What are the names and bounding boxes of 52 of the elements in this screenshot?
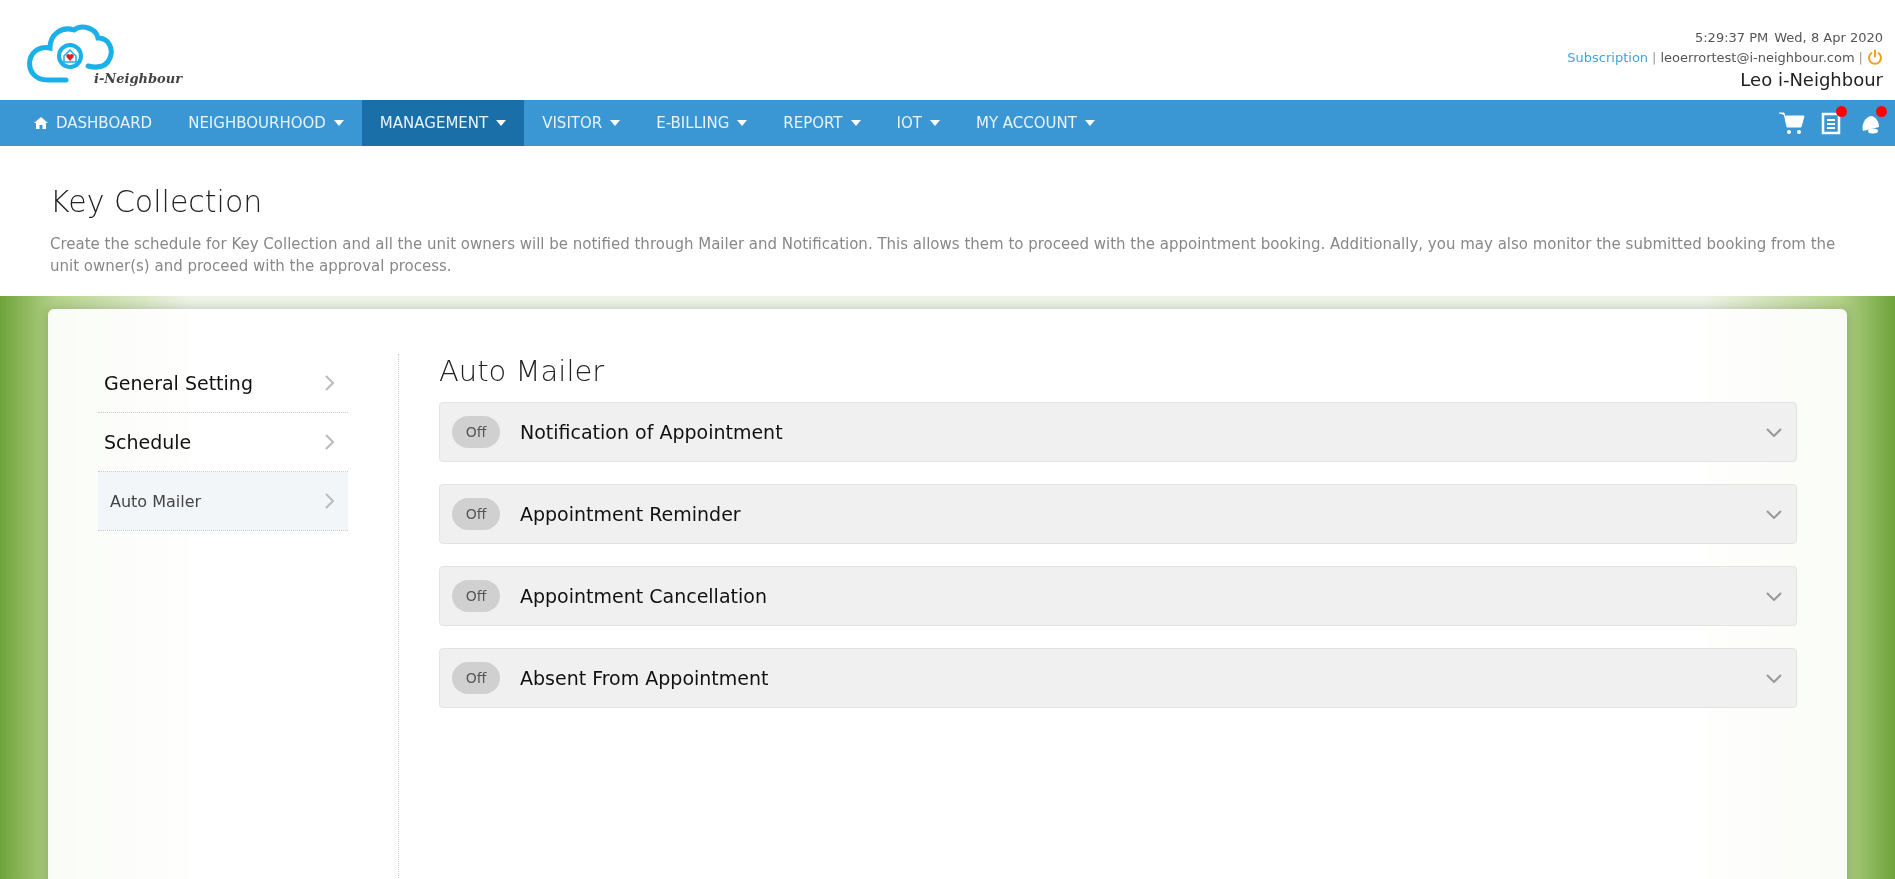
page-title: Key Collection [50,184,264,219]
mailer-name: Appointment Cancellation [520,585,768,607]
power-icon[interactable] [1867,49,1883,65]
cart-icon[interactable] [1779,111,1805,135]
page-description: Create the schedule for Key Collection and all the unit owners will be notified through Mailer and Notification. This allows them to proceed with the appointment booking. Additionally, you may also monitor the submitted booking from the unit owner(s) and proceed with the approval process. [50,234,1837,277]
nav-menu-item[interactable]: NEIGHBOURHOOD [170,100,362,146]
chevron-down-icon [1766,673,1782,683]
user-email: leoerrortest@i-neighbour.com [1660,49,1855,65]
caret-icon [333,120,344,126]
accordion-header[interactable]: Off Appointment Cancellation [439,566,1797,626]
nav-menu-item[interactable]: MY ACCOUNT [957,100,1113,146]
separator: | [1652,49,1657,65]
logo[interactable]: i-Neighbour [26,0,183,100]
nav-menu-item[interactable]: E-BILLING [638,100,766,146]
separator: | [1858,49,1863,65]
nav-menu-item[interactable]: VISITOR [524,100,639,146]
clock-time: 5:29:37 PM [1694,30,1769,45]
accordion-header[interactable]: Off Notification of Appointment [439,402,1797,462]
sidebar-item[interactable]: General Setting [98,354,348,413]
logo-text: i-Neighbour [94,71,183,86]
chevron-down-icon [1766,509,1782,519]
accordion-header[interactable]: Off Absent From Appointment [439,648,1797,708]
mailer-name: Notification of Appointment [520,421,784,443]
chevron-right-icon [325,434,334,450]
toggle-switch[interactable]: Off [452,662,500,694]
sidebar-item[interactable]: Auto Mailer [98,472,348,531]
mailer-name: Absent From Appointment [520,667,770,689]
nav-menu-item[interactable]: REPORT [765,100,879,146]
mailer-name: Appointment Reminder [520,503,742,525]
chevron-down-icon [1766,427,1782,437]
caret-icon [737,120,748,126]
toggle-switch[interactable]: Off [452,498,500,530]
home-icon [34,117,48,129]
caret-icon [1084,120,1095,126]
chevron-down-icon [1766,591,1782,601]
caret-icon [850,120,861,126]
toggle-switch[interactable]: Off [452,416,500,448]
user-name: Leo i-Neighbour [1740,69,1883,90]
nav-menu-item[interactable]: IOT [878,100,958,146]
caret-icon [929,120,940,126]
chevron-right-icon [325,375,334,391]
nav-menu-item[interactable]: DASHBOARD [16,100,171,146]
chevron-right-icon [325,493,334,509]
toggle-switch[interactable]: Off [452,580,500,612]
nav-menu-item[interactable]: MANAGEMENT [361,100,525,146]
document-icon[interactable] [1821,111,1843,135]
caret-icon [610,120,621,126]
subscription-link[interactable]: Subscription [1567,49,1649,65]
caret-icon [496,120,507,126]
current-date: Wed, 8 Apr 2020 [1774,30,1883,45]
accordion-header[interactable]: Off Appointment Reminder [439,484,1797,544]
section-title: Auto Mailer [439,354,606,388]
